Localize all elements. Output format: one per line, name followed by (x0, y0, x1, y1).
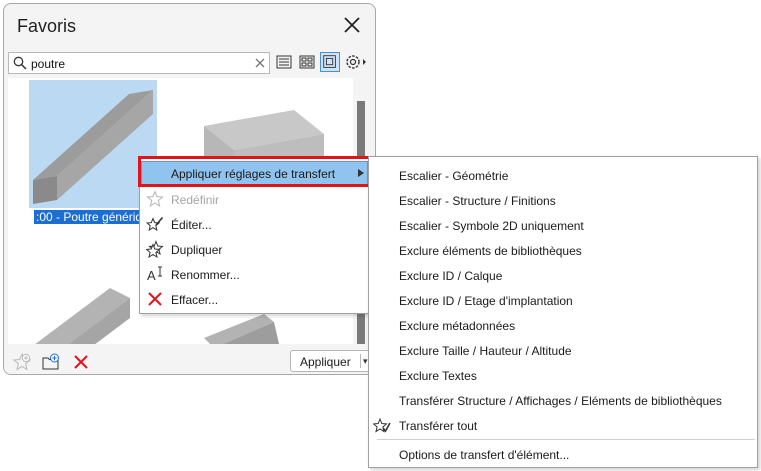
svg-text:A: A (147, 268, 156, 283)
submenu-separator (377, 439, 755, 440)
favorite-item-selected[interactable] (29, 80, 157, 208)
menu-item-delete[interactable]: Effacer... (142, 288, 367, 310)
submenu-item-exclude-metadata[interactable]: Exclure métadonnées (370, 313, 754, 338)
submenu-item-label: Exclure métadonnées (399, 319, 516, 333)
submenu-item-label: Exclure ID / Calque (399, 269, 503, 283)
submenu-item-label: Exclure éléments de bibliothèques (399, 244, 582, 258)
submenu-item-exclude-size[interactable]: Exclure Taille / Hauteur / Altitude (370, 338, 754, 363)
submenu-item-label: Escalier - Géométrie (399, 169, 509, 183)
submenu-item-label: Options de transfert d'élément... (399, 448, 570, 462)
star-check-icon (373, 417, 391, 433)
context-menu: Appliquer réglages de transfert Redéfini… (139, 158, 370, 314)
menu-item-edit[interactable]: Éditer... (142, 213, 367, 235)
menu-item-label: Renommer... (171, 268, 240, 282)
search-icon (13, 56, 27, 70)
settings-gear-icon[interactable] (343, 52, 369, 72)
add-favorite-icon[interactable] (12, 352, 32, 372)
submenu-item-exclude-id-layer[interactable]: Exclure ID / Calque (370, 263, 754, 288)
panel-toolbar: Appliquer ▾ (4, 346, 375, 374)
delete-x-icon (148, 292, 162, 306)
menu-item-apply-transfer-settings[interactable]: Appliquer réglages de transfert (141, 161, 368, 185)
menu-item-label: Effacer... (171, 293, 219, 307)
apply-button[interactable]: Appliquer ▾ (290, 350, 370, 372)
submenu-item-exclude-id-story[interactable]: Exclure ID / Etage d'implantation (370, 288, 754, 313)
submenu-item-label: Transférer Structure / Affichages / Elém… (399, 394, 722, 408)
menu-item-label: Éditer... (171, 218, 212, 232)
transfer-settings-submenu: Escalier - Géométrie Escalier - Structur… (368, 156, 758, 468)
search-value: poutre (31, 57, 66, 71)
apply-dropdown-icon[interactable]: ▾ (360, 354, 368, 368)
submenu-item-stair-geometry[interactable]: Escalier - Géométrie (370, 163, 754, 188)
submenu-item-transfer-structure[interactable]: Transférer Structure / Affichages / Elém… (370, 388, 754, 413)
submenu-item-exclude-library-parts[interactable]: Exclure éléments de bibliothèques (370, 238, 754, 263)
submenu-item-label: Exclure ID / Etage d'implantation (399, 294, 573, 308)
submenu-item-label: Exclure Textes (399, 369, 477, 383)
grid-view-icon[interactable] (297, 52, 317, 72)
submenu-arrow-icon (358, 169, 364, 177)
submenu-item-label: Escalier - Structure / Finitions (399, 194, 556, 208)
submenu-item-exclude-texts[interactable]: Exclure Textes (370, 363, 754, 388)
duplicate-star-icon (146, 240, 164, 258)
edit-star-icon (146, 216, 164, 232)
star-icon (146, 190, 164, 208)
new-folder-icon[interactable] (41, 352, 61, 372)
clear-search-icon[interactable] (253, 56, 267, 70)
apply-button-label: Appliquer (300, 355, 351, 369)
search-input[interactable]: poutre (8, 52, 270, 74)
large-preview-icon[interactable] (320, 52, 340, 72)
menu-item-rename[interactable]: A Renommer... (142, 263, 367, 285)
beam-thumbnail (33, 90, 153, 204)
submenu-item-transfer-all[interactable]: Transférer tout (370, 413, 754, 438)
menu-item-label: Redéfinir (171, 193, 220, 207)
submenu-item-label: Transférer tout (399, 419, 478, 433)
close-icon[interactable] (342, 15, 362, 35)
delete-icon[interactable] (71, 352, 91, 372)
submenu-item-label: Escalier - Symbole 2D uniquement (399, 219, 584, 233)
panel-title: Favoris (17, 16, 77, 36)
menu-item-redefine[interactable]: Redéfinir (142, 188, 367, 210)
submenu-item-stair-2d-symbol[interactable]: Escalier - Symbole 2D uniquement (370, 213, 754, 238)
submenu-item-label: Exclure Taille / Hauteur / Altitude (399, 344, 572, 358)
submenu-item-transfer-options[interactable]: Options de transfert d'élément... (370, 442, 754, 467)
list-view-icon[interactable] (274, 52, 294, 72)
submenu-item-stair-structure[interactable]: Escalier - Structure / Finitions (370, 188, 754, 213)
rename-icon: A (147, 266, 162, 283)
menu-item-label: Dupliquer (171, 243, 223, 257)
menu-item-label: Appliquer réglages de transfert (171, 167, 336, 181)
menu-item-duplicate[interactable]: Dupliquer (142, 238, 367, 260)
